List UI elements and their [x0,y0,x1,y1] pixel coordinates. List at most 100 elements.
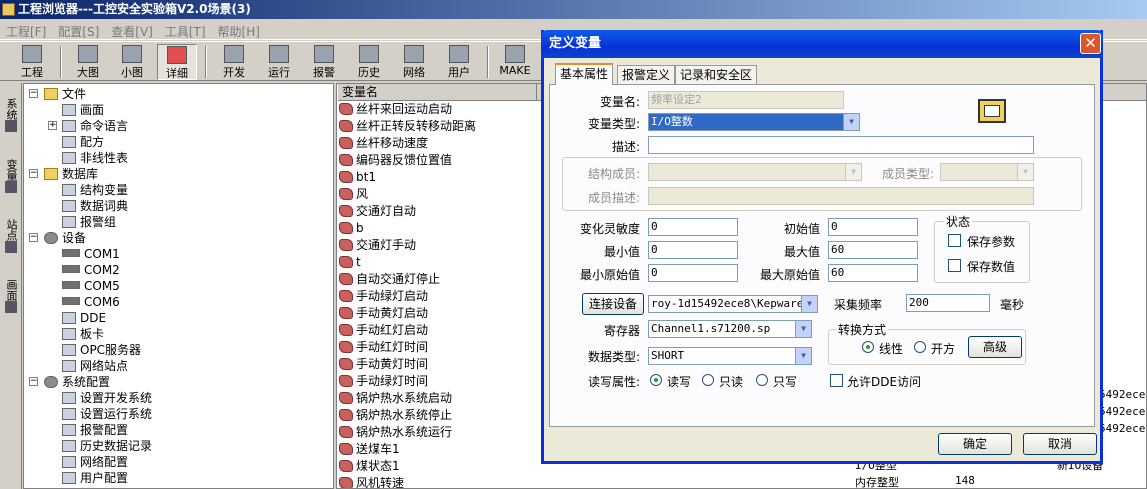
struct-member-select[interactable]: ▼ [648,163,862,181]
member-type-select[interactable]: ▼ [940,163,1034,181]
tree-item[interactable]: COM6 [62,294,120,310]
tree-item[interactable]: 设备 [44,230,86,246]
list-item[interactable]: 送煤车1 [339,441,400,458]
toolbar-history-button[interactable]: 历史 [349,44,389,80]
connect-device-button[interactable]: 连接设备 [582,293,644,315]
dtype-select[interactable]: SHORT ▼ [648,347,812,365]
list-item[interactable]: 手动绿灯时间 [339,373,428,390]
connect-device-select[interactable]: roy-1d15492ece8\Kepware. ▼ [648,295,818,313]
list-item[interactable]: 手动绿灯启动 [339,288,428,305]
list-item[interactable]: 丝杆来回运动启动 [339,101,452,118]
tree-item[interactable]: 报警配置 [62,422,128,438]
chevron-down-icon[interactable]: ▼ [801,296,817,312]
list-item[interactable]: 自动交通灯停止 [339,271,440,288]
side-tab-system[interactable]: 系统 [2,89,20,143]
toolbar-small-icons-button[interactable]: 小图 [112,44,152,80]
toolbar-network-button[interactable]: 网络 [394,44,434,80]
tree-item[interactable]: COM5 [62,278,120,294]
sqrt-radio[interactable] [914,341,926,353]
var-name-field[interactable]: 频率设定2 [648,91,844,109]
chevron-down-icon[interactable]: ▼ [795,321,811,337]
tree-item[interactable]: 结构变量 [62,182,128,198]
toolbar-large-icons-button[interactable]: 大图 [68,44,108,80]
allow-dde-checkbox[interactable] [830,374,843,387]
tree-item[interactable]: 设置运行系统 [62,406,152,422]
list-item[interactable]: b [339,220,364,237]
list-item[interactable]: 手动红灯时间 [339,339,428,356]
toolbar-make-button[interactable]: MAKE [495,44,535,80]
collapse-icon[interactable]: − [29,169,38,178]
min-field[interactable]: 0 [648,241,738,259]
min-raw-field[interactable]: 0 [648,264,738,282]
chevron-down-icon[interactable]: ▼ [795,348,811,364]
var-type-select[interactable]: I/O整数 ▼ [648,113,860,131]
list-item[interactable]: 手动红灯启动 [339,322,428,339]
list-item[interactable]: 编码器反馈位置值 [339,152,452,169]
sensitivity-field[interactable]: 0 [648,218,738,236]
toolbar-run-button[interactable]: 运行 [259,44,299,80]
init-field[interactable]: 0 [828,218,918,236]
collapse-icon[interactable]: − [29,233,38,242]
ok-button[interactable]: 确定 [938,433,1012,455]
list-item[interactable]: bt1 [339,169,376,186]
save-param-checkbox[interactable] [948,234,961,247]
max-field[interactable]: 60 [828,241,918,259]
tree-item[interactable]: 系统配置 [44,374,110,390]
tree-item[interactable]: 配方 [62,134,104,150]
side-tab-screen[interactable]: 画面 [2,269,20,325]
register-select[interactable]: Channel1.s71200.sp ▼ [648,320,812,338]
tree-item[interactable]: 数据词典 [62,198,128,214]
list-item[interactable]: t [339,254,361,271]
tree-item[interactable]: 非线性表 [62,150,128,166]
list-item[interactable]: 锅炉热水系统停止 [339,407,452,424]
tree-item[interactable]: COM1 [62,246,120,262]
menu-view[interactable]: 查看[V] [105,20,159,43]
list-item[interactable]: 风机转速 [339,475,404,488]
linear-radio[interactable] [862,341,874,353]
read-write-radio[interactable] [650,374,662,386]
tree-item[interactable]: 用户配置 [62,470,128,486]
tab-alarm-definition[interactable]: 报警定义 [617,65,676,84]
tab-record-security[interactable]: 记录和安全区 [675,65,758,84]
tree-item[interactable]: 设置开发系统 [62,390,152,406]
column-header-name[interactable]: 变量名 [337,84,537,101]
tree-item[interactable]: 文件 [44,86,86,102]
tree-item[interactable]: 报警组 [62,214,116,230]
tree-item[interactable]: 数据库 [44,166,98,182]
tree-item[interactable]: 板卡 [62,326,104,342]
freq-field[interactable]: 200 [906,294,990,312]
toolbar-develop-button[interactable]: 开发 [214,44,254,80]
list-item[interactable]: 锅炉热水系统运行 [339,424,452,441]
list-item[interactable]: 交通灯手动 [339,237,416,254]
chevron-down-icon[interactable]: ▼ [843,114,859,130]
list-item[interactable]: 手动黄灯启动 [339,305,428,322]
list-item[interactable]: 交通灯自动 [339,203,416,220]
write-only-radio[interactable] [756,374,768,386]
list-item[interactable]: 手动黄灯时间 [339,356,428,373]
read-only-radio[interactable] [702,374,714,386]
tree-item[interactable]: 历史数据记录 [62,438,152,454]
list-item[interactable]: 丝杆移动速度 [339,135,428,152]
tab-basic-properties[interactable]: 基本属性 [555,63,614,85]
tree-item[interactable]: 网络配置 [62,454,128,470]
tree-item[interactable]: 画面 [62,102,104,118]
menu-tools[interactable]: 工具[T] [159,20,212,43]
tree-item[interactable]: 网络站点 [62,358,128,374]
desc-field[interactable] [648,136,1034,154]
menu-project[interactable]: 工程[F] [0,20,52,43]
toolbar-user-button[interactable]: 用户 [439,44,479,80]
list-item[interactable]: 锅炉热水系统启动 [339,390,452,407]
menu-help[interactable]: 帮助[H] [212,20,266,43]
tree-item[interactable]: DDE [62,310,106,326]
tree-item[interactable]: COM2 [62,262,120,278]
list-item[interactable]: 风 [339,186,368,203]
tree-item[interactable]: 命令语言 [62,118,128,134]
collapse-icon[interactable]: − [29,89,38,98]
collapse-icon[interactable]: − [29,377,38,386]
list-item[interactable]: 丝杆正转反转移动距离 [339,118,476,135]
menu-config[interactable]: 配置[S] [52,20,105,43]
expand-icon[interactable]: + [48,121,57,130]
cancel-button[interactable]: 取消 [1023,433,1097,455]
tree-item[interactable]: OPC服务器 [62,342,141,358]
side-tab-station[interactable]: 站点 [2,209,20,265]
